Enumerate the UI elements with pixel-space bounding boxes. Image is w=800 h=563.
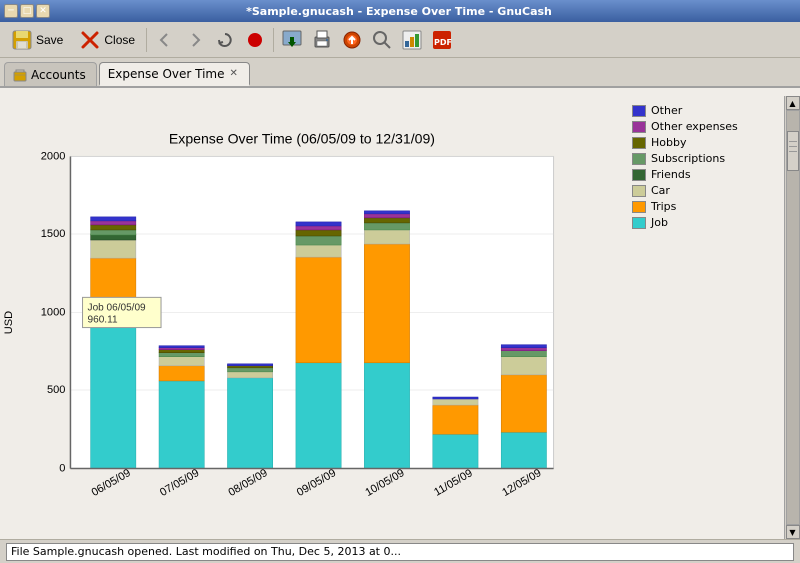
- svg-text:07/05/09: 07/05/09: [158, 467, 201, 499]
- chart-legend: Other Other expenses Hobby Subscriptions…: [624, 96, 784, 539]
- status-bar: File Sample.gnucash opened. Last modifie…: [0, 539, 800, 563]
- close-icon: [79, 29, 101, 51]
- accounts-icon: [13, 68, 27, 82]
- separator-1: [146, 28, 147, 52]
- window-title: *Sample.gnucash - Expense Over Time - Gn…: [50, 5, 748, 18]
- svg-text:1000: 1000: [41, 306, 66, 318]
- scroll-up-button[interactable]: ▲: [786, 96, 800, 110]
- tab-close-button[interactable]: ✕: [229, 68, 239, 79]
- maximize-button[interactable]: □: [20, 4, 34, 18]
- legend-label-subscriptions: Subscriptions: [651, 152, 725, 165]
- legend-label-hobby: Hobby: [651, 136, 686, 149]
- tab-expense-label: Expense Over Time: [108, 67, 225, 81]
- tab-expense-over-time[interactable]: Expense Over Time ✕: [99, 62, 250, 86]
- legend-label-other: Other: [651, 104, 682, 117]
- svg-text:08/05/09: 08/05/09: [226, 467, 269, 499]
- download-button[interactable]: [278, 26, 306, 54]
- legend-color-subscriptions: [632, 153, 646, 165]
- forward-button[interactable]: [181, 26, 209, 54]
- legend-label-trips: Trips: [651, 200, 676, 213]
- legend-color-car: [632, 185, 646, 197]
- refresh-button[interactable]: [211, 26, 239, 54]
- tab-bar: Accounts Expense Over Time ✕: [0, 58, 800, 88]
- legend-label-other-expenses: Other expenses: [651, 120, 738, 133]
- svg-text:1500: 1500: [41, 228, 66, 240]
- legend-label-friends: Friends: [651, 168, 691, 181]
- close-button[interactable]: Close: [72, 26, 142, 54]
- svg-text:500: 500: [47, 384, 65, 396]
- chart-title: Expense Over Time (06/05/09 to 12/31/09): [169, 130, 435, 146]
- scroll-down-button[interactable]: ▼: [786, 525, 800, 539]
- legend-item-job: Job: [632, 216, 776, 229]
- find-button[interactable]: [368, 26, 396, 54]
- legend-item-other: Other: [632, 104, 776, 117]
- print-button[interactable]: [308, 26, 336, 54]
- svg-text:12/05/09: 12/05/09: [500, 467, 543, 499]
- legend-color-other: [632, 105, 646, 117]
- svg-text:06/05/09: 06/05/09: [90, 467, 133, 499]
- minimize-button[interactable]: ─: [4, 4, 18, 18]
- legend-label-car: Car: [651, 184, 670, 197]
- legend-item-subscriptions: Subscriptions: [632, 152, 776, 165]
- legend-label-job: Job: [651, 216, 668, 229]
- svg-text:10/05/09: 10/05/09: [363, 467, 406, 499]
- window-controls[interactable]: ─ □ ✕: [4, 4, 50, 18]
- chart-container: Expense Over Time (06/05/09 to 12/31/09)…: [0, 88, 800, 539]
- status-text: File Sample.gnucash opened. Last modifie…: [6, 543, 794, 561]
- svg-text:11/05/09: 11/05/09: [432, 467, 475, 499]
- svg-text:09/05/09: 09/05/09: [295, 467, 338, 499]
- legend-item-trips: Trips: [632, 200, 776, 213]
- main-content: Expense Over Time (06/05/09 to 12/31/09)…: [0, 88, 800, 539]
- scroll-track[interactable]: [786, 110, 800, 525]
- close-label: Close: [104, 33, 135, 47]
- svg-text:PDF: PDF: [434, 38, 452, 47]
- record-button[interactable]: [241, 26, 269, 54]
- legend-color-job: [632, 217, 646, 229]
- legend-item-car: Car: [632, 184, 776, 197]
- legend-color-friends: [632, 169, 646, 181]
- y-axis-label: USD: [3, 311, 15, 334]
- legend-item-other-expenses: Other expenses: [632, 120, 776, 133]
- chart-button[interactable]: [398, 26, 426, 54]
- svg-text:2000: 2000: [41, 150, 66, 162]
- tab-accounts-label: Accounts: [31, 68, 86, 82]
- toolbar: Save Close: [0, 22, 800, 58]
- export-button[interactable]: [338, 26, 366, 54]
- legend-color-hobby: [632, 137, 646, 149]
- chart-svg: Expense Over Time (06/05/09 to 12/31/09)…: [0, 96, 624, 539]
- save-button[interactable]: Save: [4, 26, 70, 54]
- legend-item-hobby: Hobby: [632, 136, 776, 149]
- svg-text:960.11: 960.11: [88, 315, 118, 326]
- save-icon: [11, 29, 33, 51]
- scrollbar[interactable]: ▲ ▼: [784, 96, 800, 539]
- legend-item-friends: Friends: [632, 168, 776, 181]
- save-label: Save: [36, 33, 63, 47]
- tab-accounts[interactable]: Accounts: [4, 62, 97, 86]
- close-window-button[interactable]: ✕: [36, 4, 50, 18]
- legend-color-trips: [632, 201, 646, 213]
- svg-text:0: 0: [59, 462, 65, 474]
- back-button[interactable]: [151, 26, 179, 54]
- status-message: File Sample.gnucash opened. Last modifie…: [11, 545, 401, 558]
- separator-2: [273, 28, 274, 52]
- chart-area: Expense Over Time (06/05/09 to 12/31/09)…: [0, 96, 624, 539]
- legend-color-other-expenses: [632, 121, 646, 133]
- title-bar: ─ □ ✕ *Sample.gnucash - Expense Over Tim…: [0, 0, 800, 22]
- svg-text:Job 06/05/09: Job 06/05/09: [88, 302, 147, 313]
- pdf-button[interactable]: PDF: [428, 26, 456, 54]
